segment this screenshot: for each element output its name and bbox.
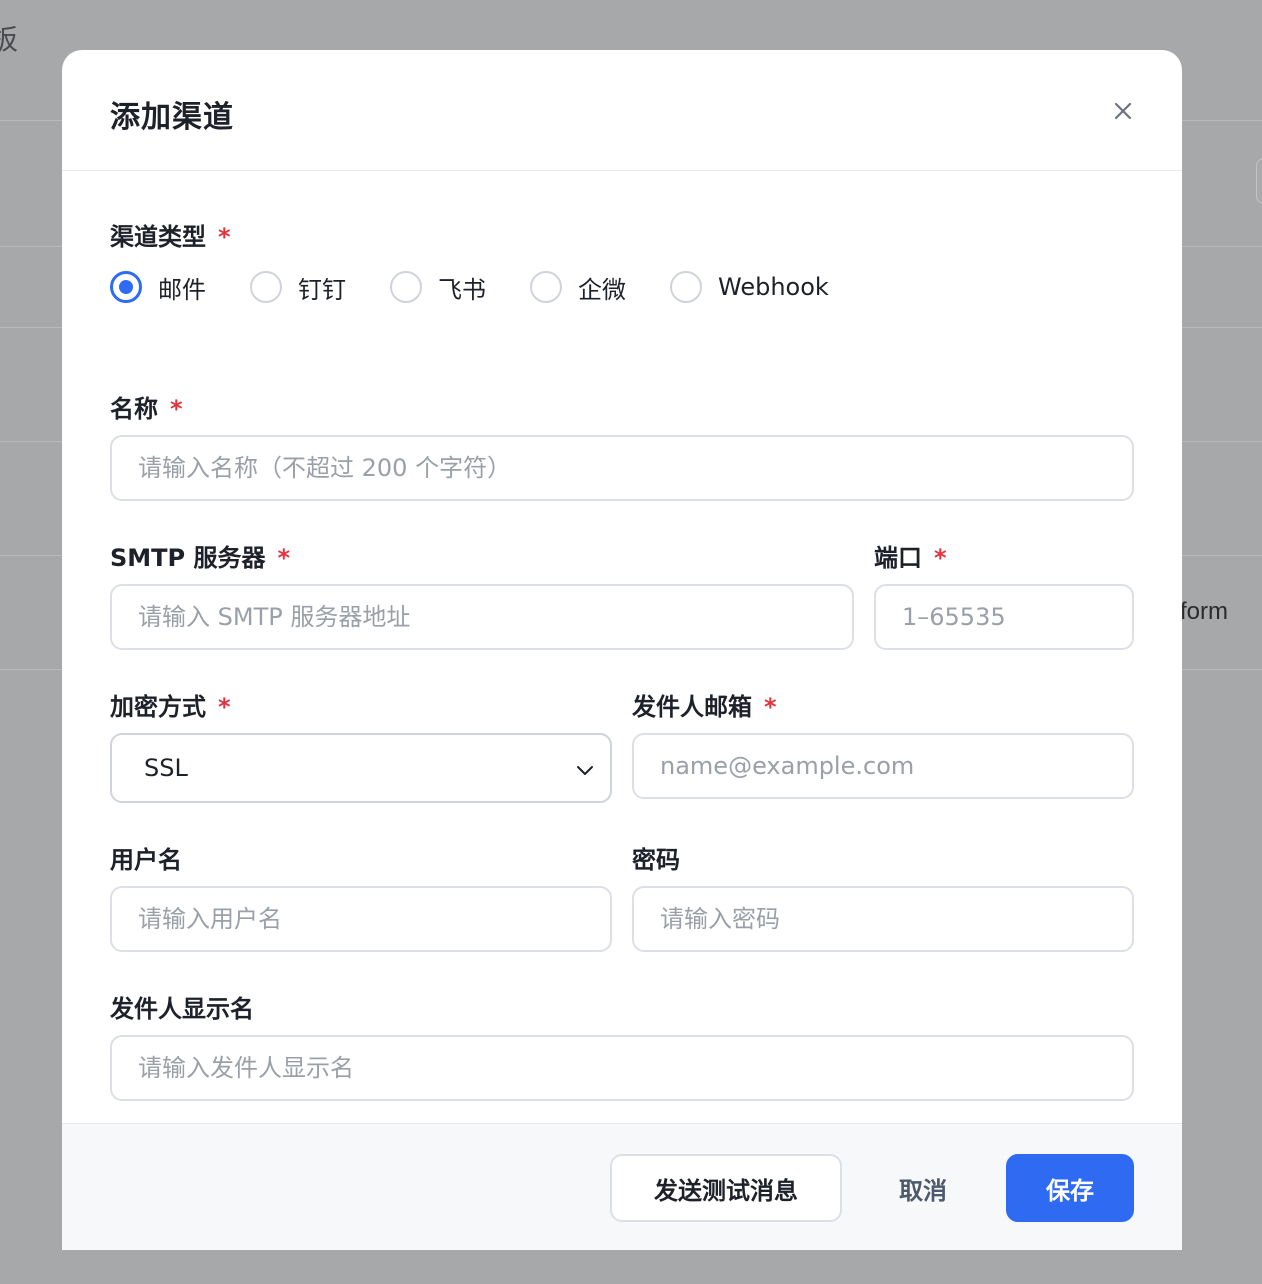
required-mark: * [218,693,231,721]
close-icon [1114,102,1132,120]
smtp-server-label: SMTP 服务器 * [110,538,290,573]
password-label-text: 密码 [632,846,680,874]
sender-display-name-label: 发件人显示名 [110,989,254,1024]
radio-label: 飞书 [438,275,486,304]
channel-type-label-text: 渠道类型 [110,223,206,251]
dialog-footer: 发送测试消息 取消 保存 [62,1123,1182,1250]
radio-webhook[interactable]: Webhook [670,267,829,307]
radio-feishu[interactable]: 飞书 [390,267,486,307]
port-input[interactable] [874,584,1134,650]
close-button[interactable] [1108,96,1138,126]
radio-label: Webhook [718,273,829,301]
background-text: form [1180,598,1228,625]
radio-unchecked-icon [530,271,562,303]
name-input[interactable] [110,435,1134,501]
encryption-label: 加密方式 * [110,687,231,722]
radio-label: 邮件 [158,275,206,304]
radio-label: 企微 [578,275,626,304]
required-mark: * [277,544,291,572]
background-text: 板 [0,23,19,56]
username-input[interactable] [110,886,612,952]
sender-display-name-label-text: 发件人显示名 [110,995,254,1023]
required-mark: * [934,544,947,572]
username-label: 用户名 [110,840,182,875]
required-mark: * [170,395,183,423]
save-button[interactable]: 保存 [1006,1154,1134,1222]
background-button [1256,158,1262,204]
radio-unchecked-icon [390,271,422,303]
username-label-text: 用户名 [110,846,182,874]
chevron-down-icon [577,766,593,775]
name-label-text: 名称 [110,395,158,423]
password-input[interactable] [632,886,1134,952]
encryption-selected-value: SSL [144,754,188,782]
encryption-label-text: 加密方式 [110,693,206,721]
radio-wecom[interactable]: 企微 [530,267,626,307]
smtp-server-label-text: SMTP 服务器 [110,544,266,572]
sender-email-label-text: 发件人邮箱 [632,693,752,721]
radio-label: 钉钉 [298,275,346,304]
dialog-title: 添加渠道 [110,100,234,135]
radio-dingtalk[interactable]: 钉钉 [250,267,346,307]
required-mark: * [218,223,231,251]
channel-type-label: 渠道类型 * [110,217,231,252]
sender-display-name-input[interactable] [110,1035,1134,1101]
port-label-text: 端口 [874,544,922,572]
radio-unchecked-icon [250,271,282,303]
add-channel-dialog: 添加渠道 渠道类型 * 邮件 钉钉 飞书 企微 Webhook 名称 * 请输入… [62,50,1182,1250]
radio-checked-icon [110,271,142,303]
cancel-button[interactable]: 取消 [868,1154,978,1222]
encryption-select[interactable]: SSL [110,733,612,803]
port-label: 端口 * [874,538,947,573]
radio-unchecked-icon [670,271,702,303]
sender-email-label: 发件人邮箱 * [632,687,777,722]
required-mark: * [764,693,777,721]
dialog-header: 添加渠道 [62,50,1182,171]
radio-email[interactable]: 邮件 [110,267,206,307]
name-label: 名称 * [110,389,183,424]
password-label: 密码 [632,840,680,875]
send-test-message-button[interactable]: 发送测试消息 [610,1154,842,1222]
smtp-server-input[interactable] [110,584,854,650]
sender-email-input[interactable] [632,733,1134,799]
